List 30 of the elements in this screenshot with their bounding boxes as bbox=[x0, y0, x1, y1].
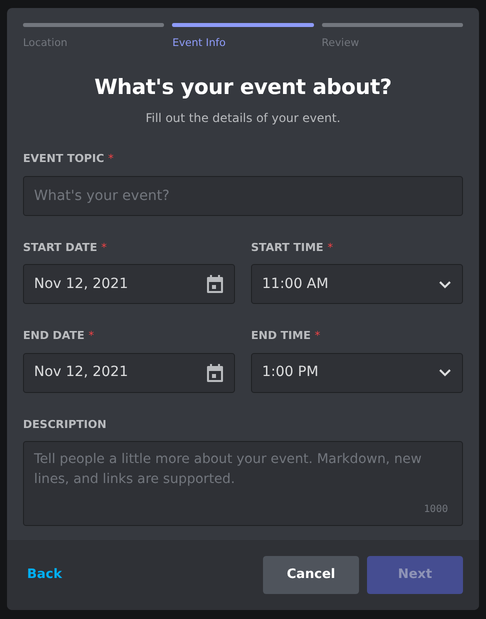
step-bar[interactable] bbox=[172, 23, 314, 27]
dialog-title: What's your event about? bbox=[93, 74, 393, 101]
chevron-down-icon bbox=[438, 280, 452, 289]
field-label: DESCRIPTION bbox=[23, 416, 106, 433]
dialog-subtitle: Fill out the details of your event. bbox=[144, 110, 342, 128]
field-label: START TIME bbox=[251, 240, 324, 256]
step-bar[interactable] bbox=[322, 23, 463, 27]
field-label: START DATE bbox=[23, 240, 98, 256]
chevron-down-icon bbox=[438, 368, 452, 378]
text-field[interactable]: What's your event? bbox=[23, 176, 463, 216]
cancel-button[interactable]: Cancel bbox=[263, 556, 359, 594]
required-mark: * bbox=[314, 329, 320, 342]
back-link[interactable]: Back bbox=[27, 565, 62, 585]
time-dropdown[interactable]: 11:00 AM bbox=[251, 264, 463, 304]
required-mark: * bbox=[327, 240, 333, 254]
required-mark: * bbox=[88, 329, 94, 342]
time-dropdown[interactable]: 1:00 PM bbox=[251, 352, 463, 393]
calendar-icon bbox=[206, 274, 224, 294]
field-label: EVENT TOPIC bbox=[23, 151, 104, 168]
field-label: END DATE bbox=[23, 328, 84, 344]
required-mark: * bbox=[101, 240, 107, 254]
required-mark: * bbox=[108, 152, 114, 166]
date-picker[interactable]: Nov 12, 2021 bbox=[23, 352, 235, 393]
calendar-icon bbox=[206, 362, 224, 383]
date-picker[interactable]: Nov 12, 2021 bbox=[23, 264, 235, 304]
character-counter: 1000 bbox=[424, 503, 448, 518]
description-field[interactable]: Tell people a little more about your event. Markdown, new lines, and links are supported. 1000 bbox=[23, 441, 463, 526]
step-bar[interactable] bbox=[23, 23, 164, 27]
field-label: END TIME bbox=[251, 328, 311, 344]
step-label[interactable]: Event Info bbox=[172, 36, 226, 52]
